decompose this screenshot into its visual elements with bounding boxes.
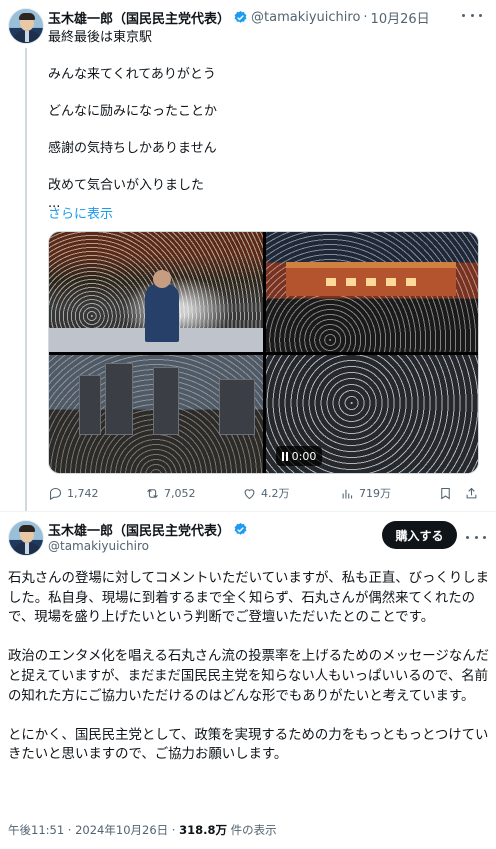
tweet-text-line: 最終最後は東京駅 xyxy=(48,30,153,45)
user-handle[interactable]: @tamakiyuichiro xyxy=(48,539,149,553)
tweet-date[interactable]: 10月26日 xyxy=(371,8,430,27)
avatar-hair xyxy=(19,525,35,532)
views-chart-icon xyxy=(342,489,353,498)
share-icon xyxy=(466,487,477,498)
video-timestamp-badge[interactable]: 0:00 xyxy=(276,446,322,466)
tweet-body: 石丸さんの登場に対してコメントいただいていますが、私も正直、びっくりしました。私… xyxy=(8,569,492,785)
video-time: 0:00 xyxy=(291,449,317,463)
action-bar: 1,742 7,052 4.2万 719万 xyxy=(48,484,479,502)
tweet-divider xyxy=(0,511,496,512)
parent-tweet[interactable]: 玉木雄一郎（国民民主党代表） @tamakiyuichiro · 10月26日 … xyxy=(0,0,496,511)
buy-button[interactable]: 購入する xyxy=(382,521,457,549)
media-grid: 0:00 xyxy=(48,231,479,474)
bookmark-icon xyxy=(441,487,450,499)
bookmark-button[interactable] xyxy=(438,484,453,502)
photo-tower xyxy=(219,379,255,435)
tweet-text-blank-line xyxy=(48,158,478,177)
reply-count: 1,742 xyxy=(67,486,99,500)
display-name[interactable]: 玉木雄一郎（国民民主党代表） xyxy=(48,8,230,27)
tweet-text-line: 改めて気合いが入りました xyxy=(48,178,205,193)
reply-button[interactable]: 1,742 xyxy=(48,484,99,502)
photo-tower xyxy=(153,367,179,435)
share-button[interactable] xyxy=(464,484,479,502)
tweet-text-line: みんな来てくれてありがとう xyxy=(48,67,216,82)
repost-button[interactable]: 7,052 xyxy=(145,484,196,502)
tweet-timestamp[interactable]: 午後11:51 · 2024年10月26日 · xyxy=(8,823,179,837)
tweet-text-line: 感謝の気持ちしかありません xyxy=(48,141,217,156)
tweet-paragraph: とにかく、国民民主党として、政策を実現するための力をもっともっとつけていきたいと… xyxy=(8,727,489,763)
user-handle[interactable]: @tamakiyuichiro xyxy=(251,10,360,25)
view-count: 719万 xyxy=(359,487,391,500)
repost-count: 7,052 xyxy=(164,486,196,500)
photo-station-lights xyxy=(326,278,336,286)
photo-tower xyxy=(105,363,133,435)
photo-station-building xyxy=(286,262,456,296)
repost-icon xyxy=(147,488,158,498)
display-name[interactable]: 玉木雄一郎（国民民主党代表） xyxy=(48,520,230,539)
tweet-view-count: 318.8万 xyxy=(179,823,227,837)
avatar-tie xyxy=(25,543,29,554)
views-button[interactable]: 719万 xyxy=(340,484,391,502)
avatar[interactable] xyxy=(8,520,44,556)
tweet-view-suffix: 件の表示 xyxy=(227,823,277,837)
tweet-text-line: どんなに励みになったことか xyxy=(48,104,218,119)
photo-speaker-body xyxy=(145,284,179,342)
avatar-tie xyxy=(25,31,29,42)
header-separator: · xyxy=(363,9,368,25)
avatar[interactable] xyxy=(8,8,44,44)
tweet-text: 最終最後は東京駅 みんな来てくれてありがとう どんなに励みになったことか 感謝の… xyxy=(48,29,478,213)
tweet-meta: 午後11:51 · 2024年10月26日 · 318.8万 件の表示 xyxy=(8,822,277,838)
tweet-header: 玉木雄一郎（国民民主党代表） @tamakiyuichiro · 10月26日 xyxy=(48,8,430,27)
reply-icon xyxy=(49,487,62,500)
verified-badge-icon[interactable] xyxy=(233,10,248,25)
like-button[interactable]: 4.2万 xyxy=(242,484,290,502)
photo-tower xyxy=(79,375,101,435)
show-more-link[interactable]: さらに表示 xyxy=(48,203,113,222)
thread-connector-line xyxy=(25,48,27,511)
media-photo-speech[interactable] xyxy=(49,232,263,352)
avatar-hair xyxy=(19,13,35,20)
verified-badge-icon[interactable] xyxy=(233,522,248,537)
heart-icon xyxy=(244,488,255,499)
media-photo-tokyo-station[interactable] xyxy=(266,232,478,352)
pause-icon xyxy=(281,451,288,461)
photo-speaker-head xyxy=(153,270,171,288)
display-name-row: 玉木雄一郎（国民民主党代表） xyxy=(48,520,251,539)
like-count: 4.2万 xyxy=(261,487,290,500)
tweet-text-blank-line xyxy=(48,47,478,66)
tweet-text-blank-line xyxy=(48,84,478,103)
more-options-icon[interactable] xyxy=(462,8,482,22)
tweet-paragraph: 石丸さんの登場に対してコメントいただいていますが、私も正直、びっくりしました。私… xyxy=(8,571,489,626)
tweet-text-blank-line xyxy=(48,121,478,140)
more-options-icon[interactable] xyxy=(466,530,486,544)
media-photo-crowd-towers[interactable] xyxy=(49,355,263,473)
tweet-paragraph: 政治のエンタメ化を唱える石丸さん流の投票率を上げるためのメッセージなんだと捉えて… xyxy=(8,649,489,704)
